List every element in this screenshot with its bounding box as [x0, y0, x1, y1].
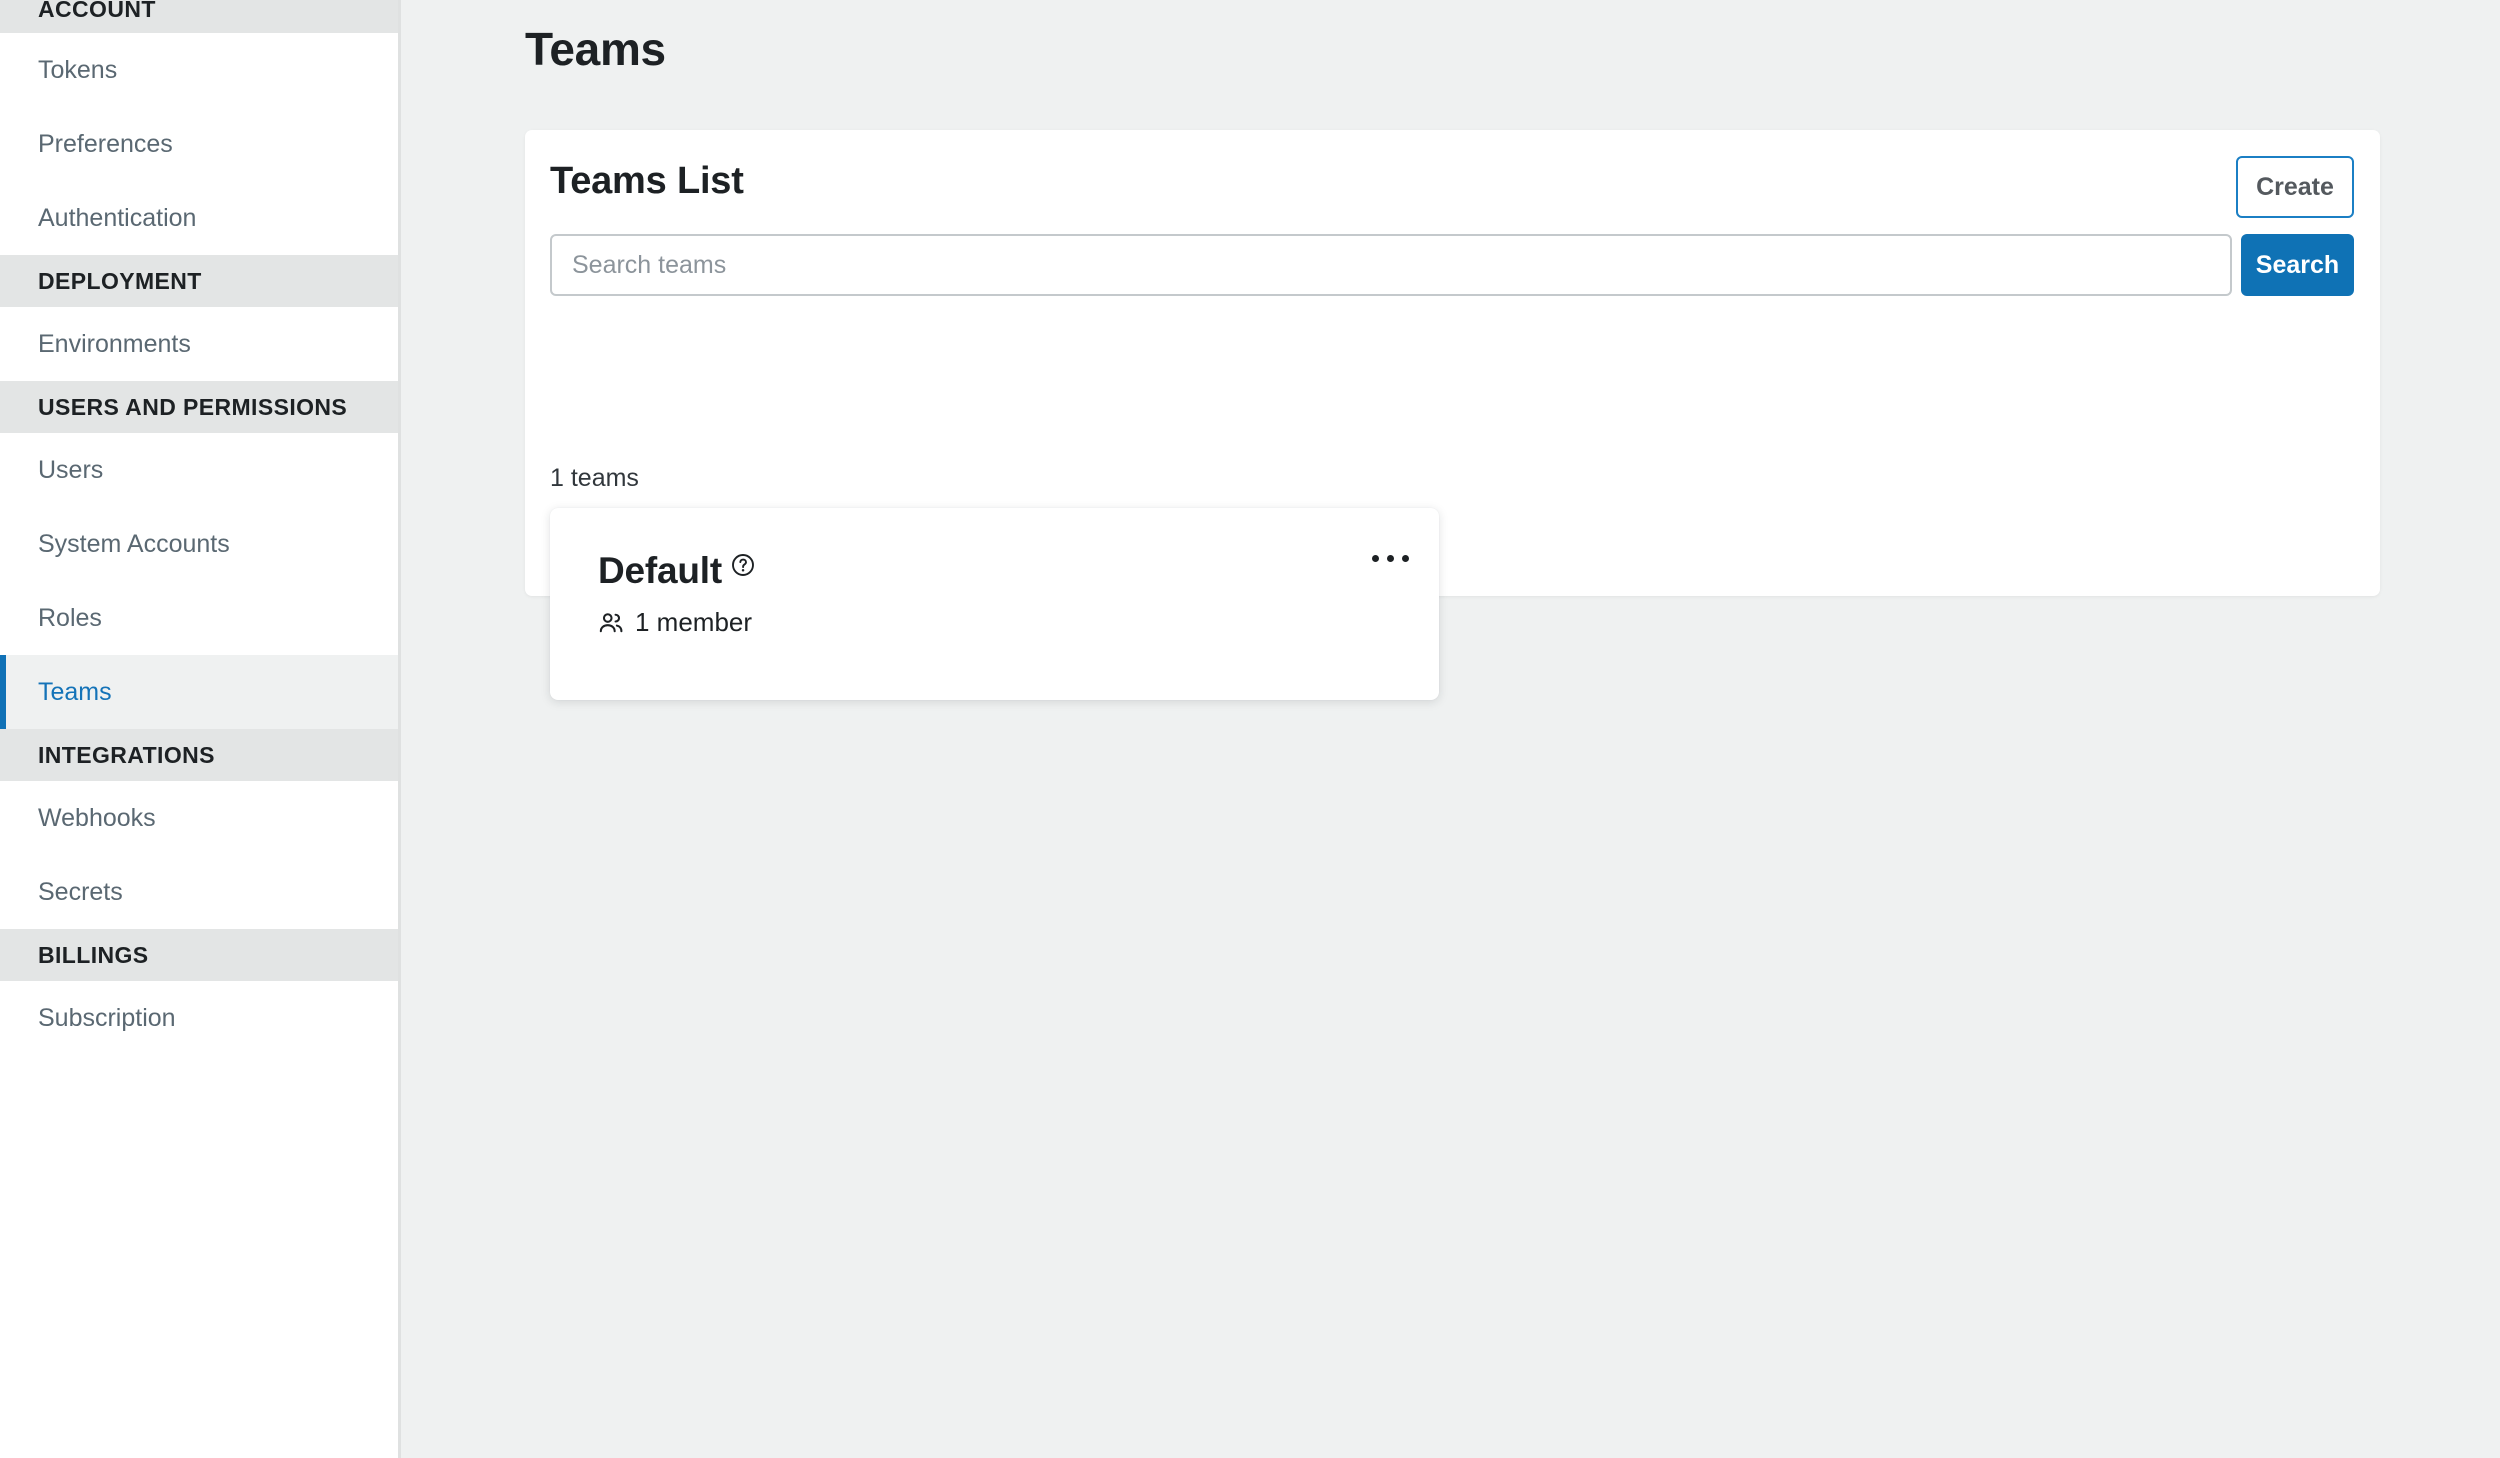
sidebar-group: INTEGRATIONS Webhooks Secrets — [0, 729, 398, 929]
sidebar-item-roles[interactable]: Roles — [0, 581, 398, 655]
team-member-count: 1 member — [635, 607, 752, 638]
sidebar-nav-groups: ACCOUNT Tokens Preferences Authentication DE… — [0, 0, 398, 1055]
teams-card-list: Default1 member — [550, 508, 2354, 596]
panel-title: Teams List — [550, 160, 744, 203]
sidebar-item-label: Users — [38, 456, 103, 484]
sidebar-group-header: INTEGRATIONS — [0, 729, 398, 781]
sidebar-item-secrets[interactable]: Secrets — [0, 855, 398, 929]
settings-sidebar: ACCOUNT Tokens Preferences Authentication DE… — [0, 0, 401, 1458]
sidebar-group-header: ACCOUNT — [0, 0, 398, 33]
sidebar-group-header: BILLINGS — [0, 929, 398, 981]
teams-list-panel: Teams List Create Search 1 teams Default… — [525, 130, 2380, 596]
search-input[interactable] — [550, 234, 2232, 296]
sidebar-item-preferences[interactable]: Preferences — [0, 107, 398, 181]
sidebar-item-authentication[interactable]: Authentication — [0, 181, 398, 255]
sidebar-group: BILLINGS Subscription — [0, 929, 398, 1055]
team-name: Default — [598, 551, 722, 591]
sidebar-group: DEPLOYMENT Environments — [0, 255, 398, 381]
app-root: ACCOUNT Tokens Preferences Authentication DE… — [0, 0, 2500, 1458]
sidebar-group-header: DEPLOYMENT — [0, 255, 398, 307]
ellipsis-horizontal-icon[interactable] — [1366, 538, 1414, 578]
sidebar-item-webhooks[interactable]: Webhooks — [0, 781, 398, 855]
team-card[interactable]: Default 1 member — [550, 508, 1439, 700]
sidebar-item-label: Preferences — [38, 130, 173, 158]
sidebar-item-label: System Accounts — [38, 530, 230, 558]
sidebar-item-label: Roles — [38, 604, 102, 632]
page-title: Teams — [525, 22, 2500, 76]
sidebar-item-subscription[interactable]: Subscription — [0, 981, 398, 1055]
teams-count-label: 1 teams — [550, 464, 639, 493]
sidebar-item-label: Tokens — [38, 56, 117, 84]
sidebar-item-label: Teams — [38, 678, 112, 706]
search-button[interactable]: Search — [2241, 234, 2354, 296]
sidebar-item-label: Subscription — [38, 1004, 176, 1032]
panel-header: Teams List Create — [525, 130, 2380, 216]
sidebar-item-environments[interactable]: Environments — [0, 307, 398, 381]
sidebar-item-system-accounts[interactable]: System Accounts — [0, 507, 398, 581]
sidebar-item-label: Environments — [38, 330, 191, 358]
sidebar-item-label: Authentication — [38, 204, 196, 232]
question-circle-icon[interactable] — [731, 553, 755, 577]
sidebar-item-label: Webhooks — [38, 804, 156, 832]
sidebar-item-tokens[interactable]: Tokens — [0, 33, 398, 107]
team-name-row: Default — [598, 551, 755, 591]
sidebar-item-label: Secrets — [38, 878, 123, 906]
main-content: Teams Teams List Create Search 1 teams D… — [401, 0, 2500, 1458]
create-button[interactable]: Create — [2236, 156, 2354, 218]
sidebar-group: ACCOUNT Tokens Preferences Authentication — [0, 0, 398, 255]
sidebar-item-users[interactable]: Users — [0, 433, 398, 507]
team-members-row: 1 member — [598, 607, 752, 638]
search-row: Search — [550, 234, 2354, 296]
sidebar-group-header: USERS AND PERMISSIONS — [0, 381, 398, 433]
sidebar-group: USERS AND PERMISSIONS Users System Account… — [0, 381, 398, 729]
users-icon — [598, 610, 624, 636]
sidebar-item-teams[interactable]: Teams — [0, 655, 398, 729]
